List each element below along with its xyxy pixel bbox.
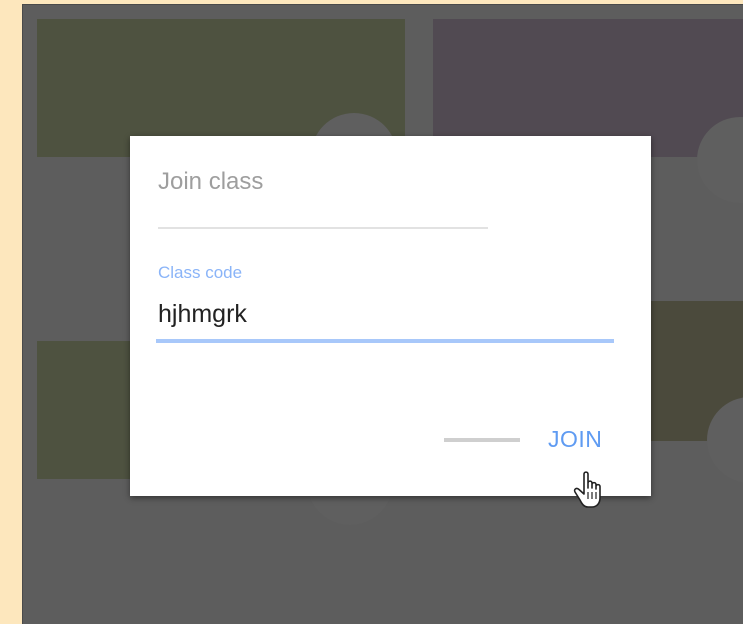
title-divider xyxy=(158,227,488,229)
class-code-input[interactable] xyxy=(158,296,614,332)
class-code-label: Class code xyxy=(158,263,243,282)
dialog-title: Join class xyxy=(158,168,264,195)
join-class-dialog: Join class Class code JOIN xyxy=(130,136,651,496)
cancel-button-bar xyxy=(444,438,520,442)
hand-pointer-icon xyxy=(573,471,601,508)
join-button[interactable]: JOIN xyxy=(548,426,602,453)
cancel-button[interactable] xyxy=(444,436,520,444)
class-code-underline xyxy=(156,339,614,343)
